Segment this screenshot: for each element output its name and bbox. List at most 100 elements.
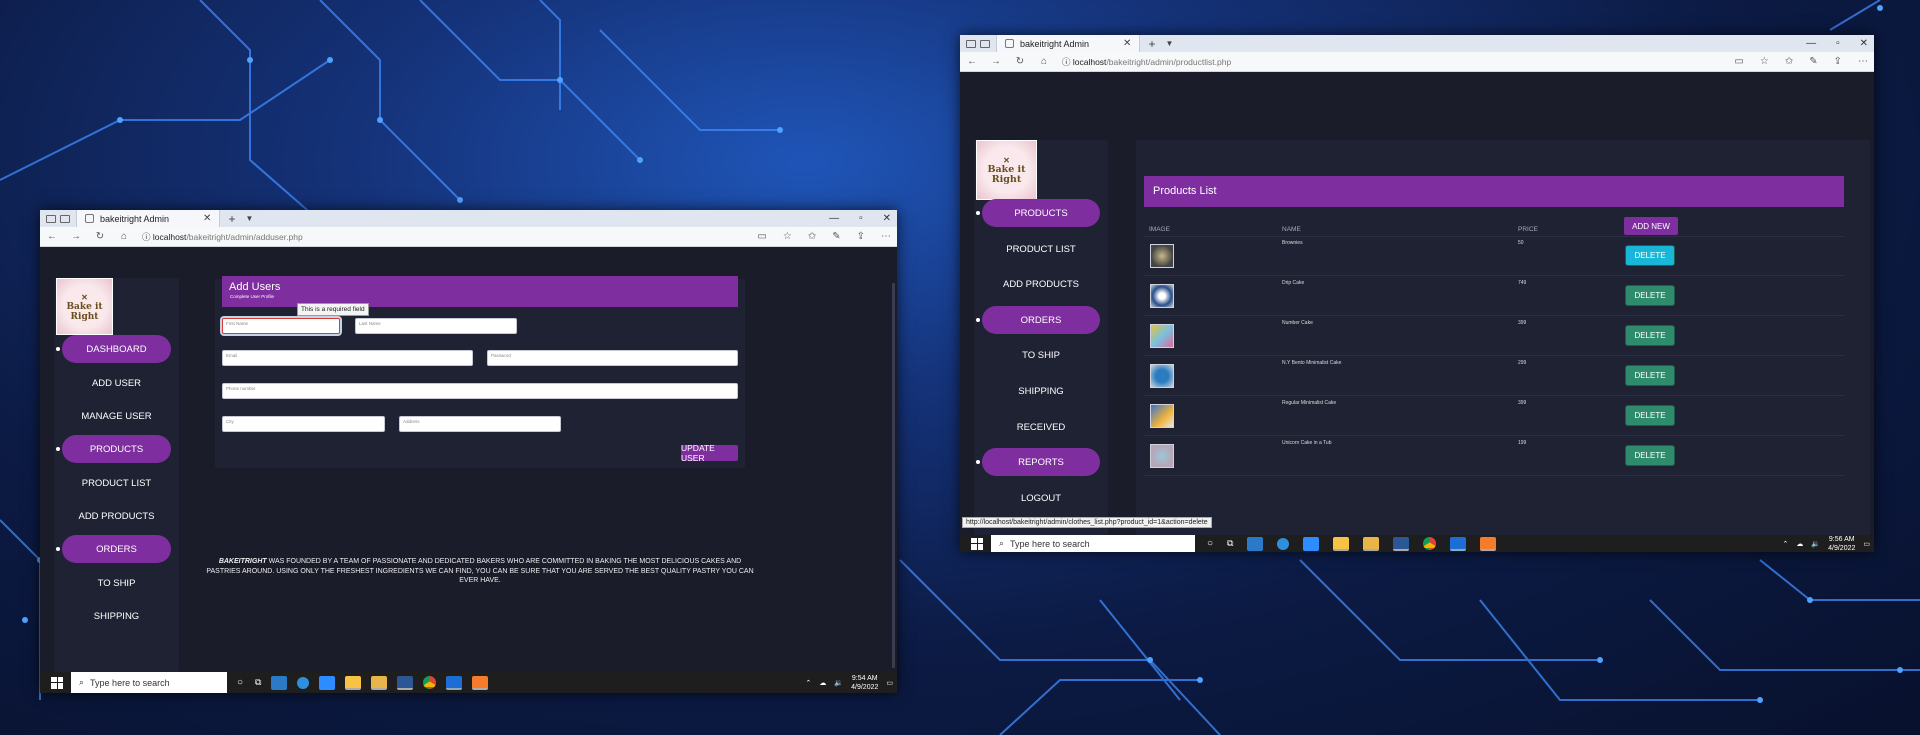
word-icon[interactable] xyxy=(397,675,414,690)
chrome-icon[interactable] xyxy=(1423,537,1437,550)
new-tab-icon[interactable]: + xyxy=(228,212,235,226)
nav-dashboard[interactable]: DASHBOARD xyxy=(56,335,171,363)
delete-button[interactable]: DELETE xyxy=(1626,246,1674,265)
app-circle-icon[interactable] xyxy=(297,676,310,689)
nav-received[interactable]: RECEIVED xyxy=(974,413,1108,441)
clock[interactable]: 9:54 AM 4/9/2022 xyxy=(851,674,878,692)
reading-view-icon[interactable]: ▭ xyxy=(757,231,766,242)
start-icon[interactable] xyxy=(51,676,63,689)
email-field[interactable]: Email xyxy=(222,350,473,366)
reading-view-icon[interactable]: ▭ xyxy=(1734,56,1743,67)
back-icon[interactable]: ← xyxy=(40,231,64,242)
tab-actions-icon[interactable] xyxy=(966,39,976,48)
refresh-icon[interactable]: ↻ xyxy=(88,231,112,242)
delete-button[interactable]: DELETE xyxy=(1626,326,1674,345)
task-view-icon[interactable]: ⧉ xyxy=(255,677,261,688)
network-icon[interactable]: ☁ xyxy=(819,679,826,687)
nav-manage-user[interactable]: MANAGE USER xyxy=(54,402,179,430)
share-icon[interactable]: ⇪ xyxy=(1834,56,1842,67)
browser-tab[interactable]: bakeitright Admin ✕ xyxy=(76,210,221,227)
file-explorer-icon[interactable] xyxy=(371,675,388,690)
sticky-notes-icon[interactable] xyxy=(345,675,362,690)
forward-icon[interactable]: → xyxy=(64,231,88,242)
nav-add-products[interactable]: ADD PRODUCTS xyxy=(54,502,179,530)
delete-button[interactable]: DELETE xyxy=(1626,286,1674,305)
xampp-icon[interactable] xyxy=(1480,536,1497,551)
first-name-field[interactable]: First Name xyxy=(222,318,340,334)
home-icon[interactable]: ⌂ xyxy=(112,231,136,242)
scrollbar[interactable] xyxy=(892,283,895,668)
close-tab-icon[interactable]: ✕ xyxy=(203,213,211,224)
nav-to-ship[interactable]: TO SHIP xyxy=(54,569,179,597)
word-icon[interactable] xyxy=(1393,536,1410,551)
url-field[interactable]: ⓘ localhost/bakeitright/admin/adduser.ph… xyxy=(142,231,303,243)
chevron-down-icon[interactable]: ▼ xyxy=(1165,39,1173,48)
last-name-field[interactable]: Last Name xyxy=(355,318,517,334)
favorite-star-icon[interactable]: ☆ xyxy=(1760,56,1769,67)
nav-reports[interactable]: REPORTS xyxy=(976,448,1100,476)
url-field[interactable]: ⓘ localhost/bakeitright/admin/productlis… xyxy=(1062,56,1231,68)
maximize-icon[interactable]: ▫ xyxy=(1836,38,1840,49)
edge-icon[interactable] xyxy=(446,675,463,690)
delete-button[interactable]: DELETE xyxy=(1626,366,1674,385)
share-icon[interactable]: ⇪ xyxy=(857,231,865,242)
phone-number-field[interactable]: Phone number xyxy=(222,383,738,399)
taskbar-search[interactable]: ⌕ Type here to search xyxy=(991,535,1195,552)
nav-add-user[interactable]: ADD USER xyxy=(54,369,179,397)
nav-product-list[interactable]: PRODUCT LIST xyxy=(54,469,179,497)
start-icon[interactable] xyxy=(971,537,983,550)
task-view-icon[interactable]: ⧉ xyxy=(1227,538,1233,549)
sticky-notes-icon[interactable] xyxy=(1333,536,1350,551)
nav-shipping[interactable]: SHIPPING xyxy=(974,377,1108,405)
delete-button[interactable]: DELETE xyxy=(1626,446,1674,465)
update-user-button[interactable]: UPDATE USER xyxy=(681,443,738,463)
xampp-icon[interactable] xyxy=(472,675,489,690)
new-tab-icon[interactable]: + xyxy=(1148,37,1155,51)
vscode-icon[interactable] xyxy=(1247,536,1264,551)
back-icon[interactable]: ← xyxy=(960,56,984,67)
close-window-icon[interactable]: ✕ xyxy=(1860,38,1868,49)
close-tab-icon[interactable]: ✕ xyxy=(1123,38,1131,49)
cortana-icon[interactable]: ○ xyxy=(237,677,243,688)
favorites-icon[interactable]: ✩ xyxy=(808,231,816,242)
notification-icon[interactable]: ▭ xyxy=(886,679,893,687)
tray-arrow-icon[interactable]: ⌃ xyxy=(806,679,812,687)
cortana-icon[interactable]: ○ xyxy=(1207,538,1213,549)
tab-preview-icon[interactable] xyxy=(60,214,70,223)
edge-icon[interactable] xyxy=(1450,536,1467,551)
maximize-icon[interactable]: ▫ xyxy=(859,213,863,224)
zoom-icon[interactable] xyxy=(1303,536,1320,551)
favorites-icon[interactable]: ✩ xyxy=(1785,56,1793,67)
clock[interactable]: 9:56 AM 4/9/2022 xyxy=(1828,535,1855,553)
nav-products[interactable]: PRODUCTS xyxy=(976,199,1100,227)
chrome-icon[interactable] xyxy=(423,676,437,689)
pen-icon[interactable]: ✎ xyxy=(832,231,840,242)
nav-shipping[interactable]: SHIPPING xyxy=(54,602,179,630)
nav-add-products[interactable]: ADD PRODUCTS xyxy=(974,270,1108,298)
nav-products[interactable]: PRODUCTS xyxy=(56,435,171,463)
address-field[interactable]: Address xyxy=(399,416,561,432)
delete-button[interactable]: DELETE xyxy=(1626,406,1674,425)
browser-tab[interactable]: bakeitright Admin ✕ xyxy=(996,35,1141,52)
more-icon[interactable]: ⋯ xyxy=(881,231,891,242)
nav-logout[interactable]: LOGOUT xyxy=(974,484,1108,512)
nav-to-ship[interactable]: TO SHIP xyxy=(974,341,1108,369)
favorite-star-icon[interactable]: ☆ xyxy=(783,231,792,242)
nav-orders[interactable]: ORDERS xyxy=(976,306,1100,334)
zoom-icon[interactable] xyxy=(319,675,336,690)
network-icon[interactable]: ☁ xyxy=(1796,540,1803,548)
notification-icon[interactable]: ▭ xyxy=(1863,540,1870,548)
tab-preview-icon[interactable] xyxy=(980,39,990,48)
chevron-down-icon[interactable]: ▼ xyxy=(245,214,253,223)
home-icon[interactable]: ⌂ xyxy=(1032,56,1056,67)
volume-icon[interactable]: 🔉 xyxy=(834,679,843,687)
file-explorer-icon[interactable] xyxy=(1363,536,1380,551)
more-icon[interactable]: ⋯ xyxy=(1858,56,1868,67)
close-window-icon[interactable]: ✕ xyxy=(883,213,891,224)
tray-arrow-icon[interactable]: ⌃ xyxy=(1783,540,1789,548)
volume-icon[interactable]: 🔉 xyxy=(1811,540,1820,548)
minimize-icon[interactable]: — xyxy=(829,213,839,224)
password-field[interactable]: Password xyxy=(487,350,738,366)
tab-actions-icon[interactable] xyxy=(46,214,56,223)
forward-icon[interactable]: → xyxy=(984,56,1008,67)
